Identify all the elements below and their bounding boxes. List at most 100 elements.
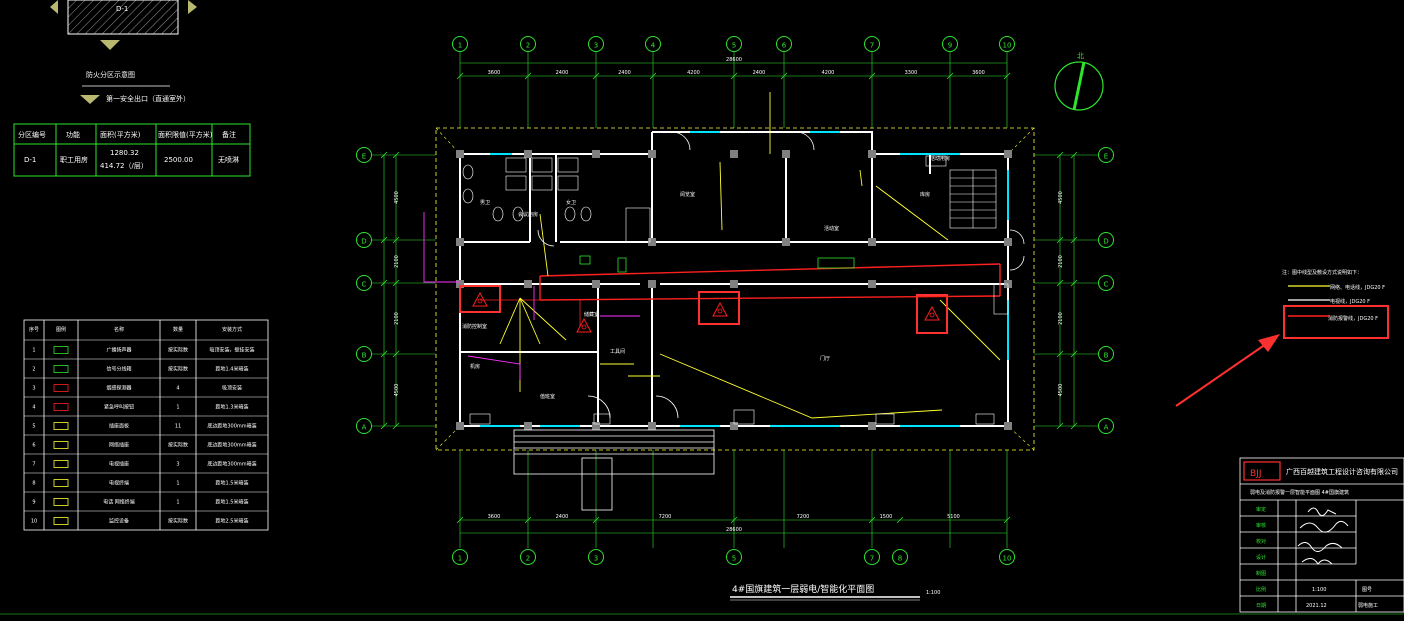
legend-symbol-icon <box>53 365 69 373</box>
zone-table-header: 面积限值(平方米) <box>158 130 213 139</box>
legend-symbol-icon <box>53 384 69 392</box>
dimension-value: 2400 <box>753 70 766 76</box>
dimension-value: 4500 <box>394 191 400 204</box>
legend-table-cell: 1 <box>176 481 179 487</box>
zone-table-header: 分区编号 <box>18 130 46 139</box>
zone-table-cell: 职工用房 <box>60 155 88 164</box>
axis-number-bottom: 2 <box>526 555 530 563</box>
axis-letter: A <box>1104 424 1109 432</box>
structural-column <box>730 280 738 288</box>
dimension-value: 4200 <box>687 70 700 76</box>
role-label: 审定 <box>1256 506 1266 513</box>
axis-bubble-top: 1 <box>452 36 468 52</box>
dimension-value: 2100 <box>394 312 400 325</box>
zone-table-header: 面积(平方米) <box>100 130 141 139</box>
legend-symbol-icon <box>53 498 69 506</box>
pointer-arrow-icon <box>1175 334 1280 407</box>
legend-table-cell: 广播扬声器 <box>106 347 131 354</box>
room-label: 活动室 <box>824 225 839 232</box>
cad-drawing-canvas[interactable]: D-1 防火分区示意图 第一安全出口（直通室外） 分区编号 功能 面积(平方米)… <box>0 0 1404 621</box>
structural-column <box>868 280 876 288</box>
legend-symbol-icon <box>53 422 69 430</box>
legend-table-cell: 10 <box>31 519 37 525</box>
dimension-value: 4200 <box>822 70 835 76</box>
wire-label: 电视线，JDG20 F <box>1330 298 1370 305</box>
axis-bubble-side: A <box>1098 418 1114 434</box>
legend-table-cell: 底边距地300mm暗装 <box>207 461 256 468</box>
legend-table-cell: 监控设备 <box>109 518 129 525</box>
axis-number-bottom: 7 <box>870 555 874 563</box>
exit-legend-arrow-icon <box>80 95 100 104</box>
wire-legend: 注：图中线型及敷设方式说明如下： 网络、电话线，JDG20 F 电视线，JDG2… <box>1282 269 1385 322</box>
axis-letter: A <box>362 424 367 432</box>
legend-table-cell: 底边距地300mm暗装 <box>207 423 256 430</box>
drawing-scale: 1:100 <box>926 590 940 596</box>
axis-bubble-top: 5 <box>726 36 742 52</box>
legend-table-cell: 按实际数 <box>168 518 188 525</box>
legend-table-cell: 4 <box>176 386 179 392</box>
axis-bubble-top: 2 <box>520 36 536 52</box>
axis-letter: B <box>362 352 367 360</box>
zone-table-cell: 无喷淋 <box>218 155 239 164</box>
role-label: 审核 <box>1256 522 1266 529</box>
axis-bubble-side: D <box>356 232 372 248</box>
structural-column <box>868 422 876 430</box>
smoke-detector-icon <box>576 317 592 333</box>
company-logo-text: BJJ <box>1250 469 1261 479</box>
role-label: 制图 <box>1256 570 1266 577</box>
legend-table-cell: 电视插座 <box>109 461 129 468</box>
structural-column <box>868 238 876 246</box>
legend-table-cell: 距地1.3米暗装 <box>216 404 249 411</box>
axis-bubble-top: 4 <box>645 36 661 52</box>
structural-column <box>456 422 464 430</box>
sheet-label: 图号 <box>1362 587 1372 593</box>
role-label: 设计 <box>1256 554 1266 561</box>
structural-column <box>592 422 600 430</box>
dimension-value: 3600 <box>488 514 501 520</box>
wire-legend-heading: 注：图中线型及敷设方式说明如下： <box>1282 269 1362 276</box>
legend-table-cell: 7 <box>32 462 35 468</box>
room-label: 工具间 <box>610 348 625 355</box>
legend-symbol-icon <box>53 346 69 354</box>
role-label: 校对 <box>1256 538 1266 545</box>
axis-bubble-top: 6 <box>776 36 792 52</box>
axis-letter: D <box>361 238 366 246</box>
legend-table-cell: 距地1.5米暗装 <box>216 480 249 487</box>
legend-table-cell: 吸顶安装 <box>222 385 242 392</box>
wire-label: 网络、电话线，JDG20 F <box>1330 284 1385 291</box>
zone-table-cell: D-1 <box>24 156 36 164</box>
zone-table-text: 分区编号 功能 面积(平方米) 面积限值(平方米) 备注 D-1 职工用房 12… <box>18 130 239 170</box>
axis-number-bottom: 3 <box>594 555 598 563</box>
dimension-total: 28600 <box>726 527 742 533</box>
structural-column <box>648 150 656 158</box>
dimension-value: 7200 <box>797 514 810 520</box>
zone-table-header: 功能 <box>66 130 80 139</box>
legend-table-cell: 插座面板 <box>109 423 129 430</box>
axis-number-top: 10 <box>1003 42 1012 50</box>
legend-symbol-icon <box>53 517 69 525</box>
highlight-box <box>1283 305 1389 339</box>
structural-column <box>524 150 532 158</box>
legend-table-cell: 底边距地300mm暗装 <box>207 442 256 449</box>
smoke-detector-icon <box>712 301 728 317</box>
legend-table-cell: 电话 网络终端 <box>103 499 135 506</box>
dimension-value: 3300 <box>905 70 918 76</box>
axis-number-top: 1 <box>458 42 462 50</box>
company-name: 广西百越建筑工程设计咨询有限公司 <box>1286 467 1398 476</box>
axis-number-top: 7 <box>870 42 874 50</box>
legend-table-cell: 4 <box>32 405 35 411</box>
dimension-value: 3600 <box>972 70 985 76</box>
structural-column <box>524 422 532 430</box>
axis-number-bottom: 10 <box>1003 555 1012 563</box>
legend-symbol-icon <box>53 460 69 468</box>
legend-table-cell: 距地2.5米暗装 <box>216 518 249 525</box>
drawing-title-text: 4#国旗建筑一层弱电/智能化平面图 <box>732 583 874 595</box>
structural-column <box>456 150 464 158</box>
dimension-value: 7200 <box>659 514 672 520</box>
key-plan-zone-label: D-1 <box>116 5 128 13</box>
legend-table-cell: 距地1.5米暗装 <box>216 499 249 506</box>
axis-bubble-side: A <box>356 418 372 434</box>
structural-column <box>524 280 532 288</box>
dimension-value: 5100 <box>947 514 960 520</box>
legend-rows: 序号 图例 名称 数量 安装方式1 广播扬声器 按实际数 吸顶安装，壁挂安装2 信号分线箱 按实际… <box>24 326 268 525</box>
